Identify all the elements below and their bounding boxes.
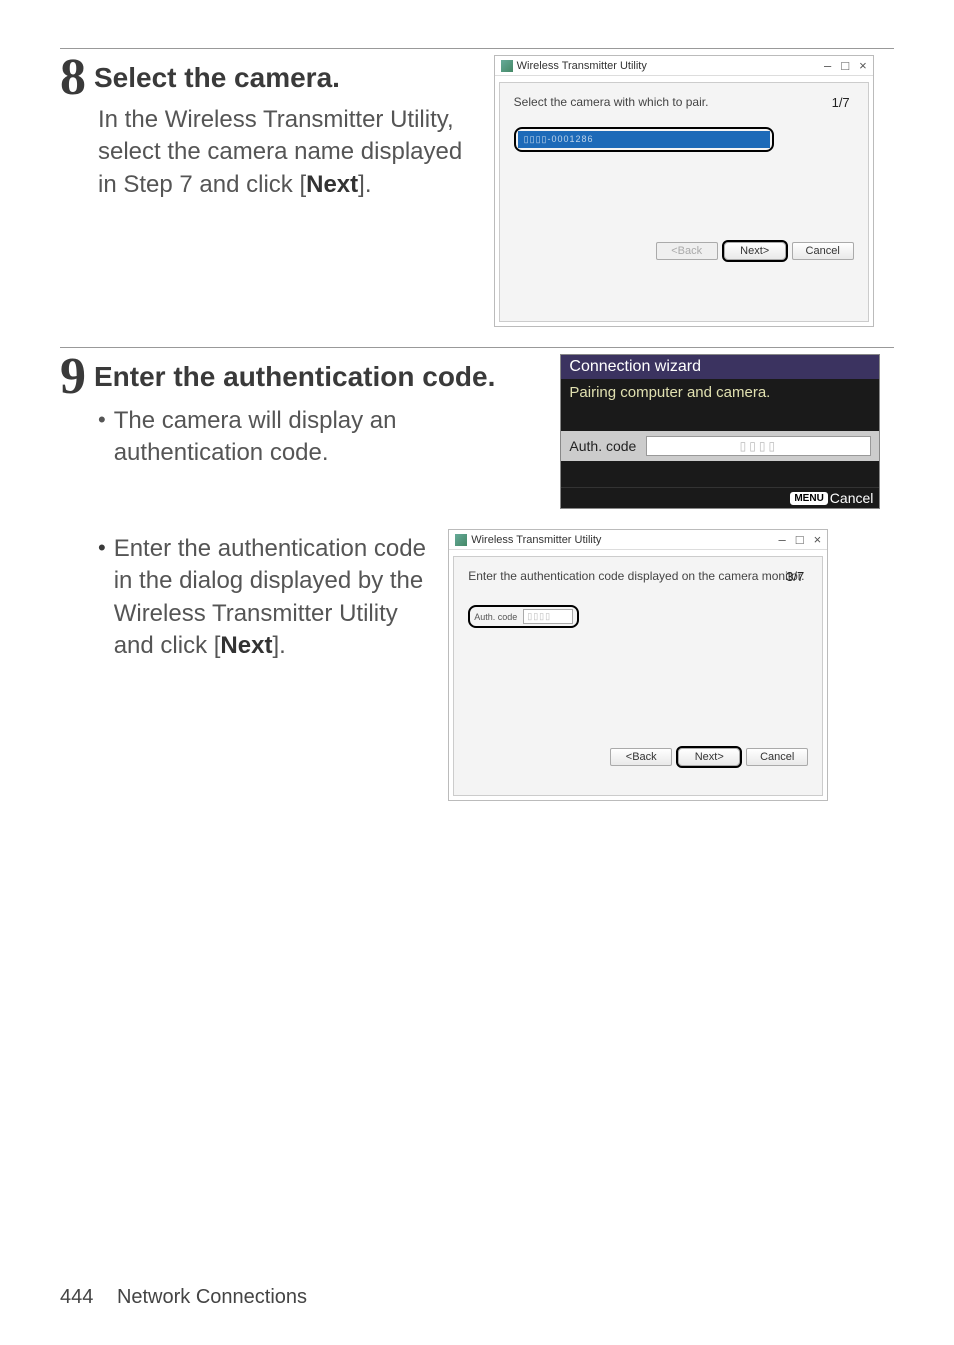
close-icon[interactable]: × <box>859 58 867 73</box>
minimize-icon[interactable]: – <box>824 58 831 73</box>
camera-cancel-label[interactable]: Cancel <box>830 490 874 506</box>
maximize-icon[interactable]: □ <box>841 58 849 73</box>
cancel-button[interactable]: Cancel <box>792 242 854 260</box>
wtu-inner: 1/7 Select the camera with which to pair… <box>499 82 869 322</box>
step-9-bullet2-bold: Next <box>220 632 272 659</box>
step-9-title: Enter the authentication code. <box>94 361 495 393</box>
camera-lcd-auth-row: Auth. code ▯▯▯▯ <box>561 431 879 461</box>
camera-lcd-subtitle: Pairing computer and camera. <box>561 379 879 431</box>
wtu-instruction-2: Enter the authentication code displayed … <box>468 569 808 583</box>
step-8-figure: Wireless Transmitter Utility – □ × 1/7 S… <box>494 55 874 327</box>
step-8-row: 8 Select the camera. In the Wireless Tra… <box>60 55 894 327</box>
wizard-page-indicator: 1/7 <box>832 95 850 110</box>
step-8-number: 8 <box>60 55 86 102</box>
camera-lcd-spacer <box>561 461 879 487</box>
auth-code-label: Auth. code <box>474 612 517 622</box>
wizard-page-indicator-2: 3/7 <box>786 569 804 584</box>
camera-auth-value: ▯▯▯▯ <box>646 436 871 456</box>
step-9-camera-figure: Connection wizard Pairing computer and c… <box>560 354 880 509</box>
step-9-bullet2-col: • Enter the authentication code in the d… <box>98 529 448 663</box>
maximize-icon[interactable]: □ <box>796 532 804 547</box>
step-8-body-pre: In the Wireless Transmitter Utility, sel… <box>98 106 462 198</box>
wtu-button-row-2: <Back Next> Cancel <box>468 748 808 766</box>
wtu-dialog-select-camera: Wireless Transmitter Utility – □ × 1/7 S… <box>494 55 874 327</box>
step-8-block: 8 Select the camera. In the Wireless Tra… <box>60 48 894 327</box>
bullet-icon: • <box>98 533 106 564</box>
step-9-row2: • Enter the authentication code in the d… <box>60 529 894 801</box>
step-9-text-col: 9 Enter the authentication code. • The c… <box>60 354 560 470</box>
step-9-row: 9 Enter the authentication code. • The c… <box>60 354 894 509</box>
camera-lcd: Connection wizard Pairing computer and c… <box>560 354 880 509</box>
page-footer: 444 Network Connections <box>60 1286 307 1309</box>
step-8-text-col: 8 Select the camera. In the Wireless Tra… <box>60 55 494 201</box>
wtu-button-row: <Back Next> Cancel <box>514 242 854 260</box>
step-8-heading: 8 Select the camera. <box>60 55 478 102</box>
next-button[interactable]: Next> <box>678 748 740 766</box>
step-9-block: 9 Enter the authentication code. • The c… <box>60 347 894 801</box>
step-8-body: In the Wireless Transmitter Utility, sel… <box>60 104 478 201</box>
camera-auth-label: Auth. code <box>569 438 636 454</box>
step-9-bullet2-post: ]. <box>272 632 285 659</box>
app-icon <box>455 534 467 546</box>
bullet-icon: • <box>98 405 106 436</box>
menu-icon[interactable]: MENU <box>790 492 827 505</box>
app-icon <box>501 60 513 72</box>
step-9-number: 9 <box>60 354 86 401</box>
auth-code-input[interactable]: ▯▯▯▯ <box>523 609 573 624</box>
step-8-body-post: ]. <box>358 171 371 198</box>
wtu-title-2: Wireless Transmitter Utility <box>471 534 601 546</box>
step-9-bullet1: • The camera will display an authenticat… <box>60 405 544 470</box>
section-title: Network Connections <box>117 1286 307 1308</box>
back-button: <Back <box>656 242 718 260</box>
wtu-titlebar-2: Wireless Transmitter Utility – □ × <box>449 530 827 550</box>
camera-list-item[interactable]: ▯▯▯▯-0001286 <box>518 131 770 148</box>
cancel-button[interactable]: Cancel <box>746 748 808 766</box>
camera-lcd-footer: MENU Cancel <box>561 487 879 508</box>
auth-input-highlight: Auth. code ▯▯▯▯ <box>468 605 579 628</box>
camera-lcd-title: Connection wizard <box>561 355 879 379</box>
wtu-instruction: Select the camera with which to pair. <box>514 95 854 109</box>
wtu-inner-2: 3/7 Enter the authentication code displa… <box>453 556 823 796</box>
step-9-bullet1-text: The camera will display an authenticatio… <box>114 405 545 470</box>
wtu-dialog-auth: Wireless Transmitter Utility – □ × 3/7 E… <box>448 529 828 801</box>
close-icon[interactable]: × <box>814 532 822 547</box>
step-8-title: Select the camera. <box>94 62 340 94</box>
back-button[interactable]: <Back <box>610 748 672 766</box>
step-9-bullet2-text: Enter the authentication code in the dia… <box>114 533 429 663</box>
wtu-titlebar: Wireless Transmitter Utility – □ × <box>495 56 873 76</box>
step-9-figure2: Wireless Transmitter Utility – □ × 3/7 E… <box>448 529 828 801</box>
step-9-heading: 9 Enter the authentication code. <box>60 354 544 401</box>
wtu-title: Wireless Transmitter Utility <box>517 60 647 72</box>
step-8-body-bold: Next <box>306 171 358 198</box>
camera-list-highlight: ▯▯▯▯-0001286 <box>514 127 774 152</box>
minimize-icon[interactable]: – <box>779 532 786 547</box>
page-number: 444 <box>60 1286 93 1308</box>
next-button[interactable]: Next> <box>724 242 786 260</box>
